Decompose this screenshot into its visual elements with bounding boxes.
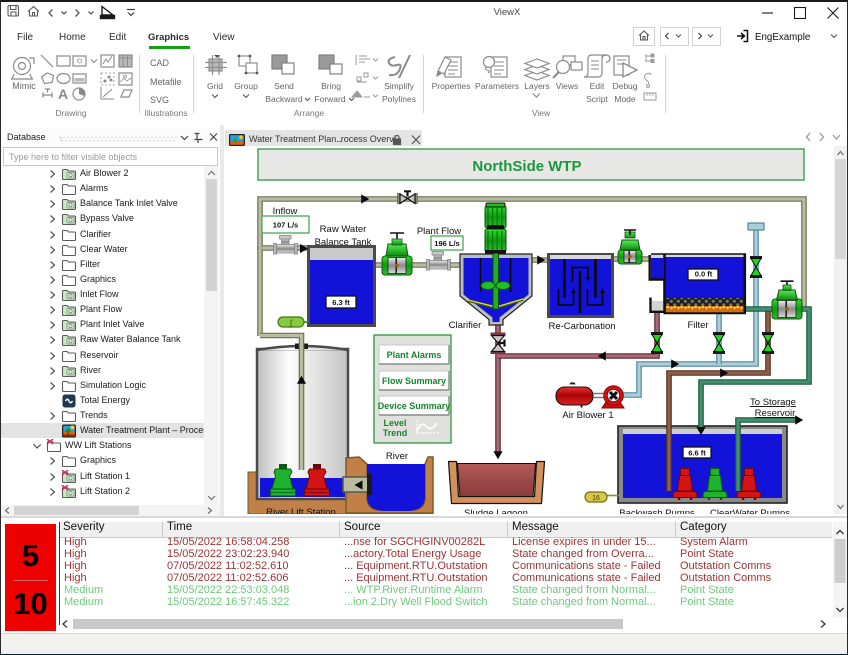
- svg-text:To Storage: To Storage: [750, 397, 796, 408]
- svg-text:Trend: Trend: [383, 428, 408, 438]
- svg-text:Grid: Grid: [207, 81, 223, 91]
- svg-text:Flow Summary: Flow Summary: [382, 376, 446, 386]
- svg-text:River: River: [386, 451, 408, 462]
- svg-text:Backward: Backward: [265, 94, 303, 104]
- svg-text:Metafile: Metafile: [150, 77, 182, 87]
- svg-text:Re-Carbonation: Re-Carbonation: [548, 321, 615, 332]
- svg-text:Simplify: Simplify: [384, 81, 415, 91]
- svg-text:SVG: SVG: [150, 95, 169, 105]
- svg-text:Send: Send: [274, 81, 294, 91]
- svg-text:Script: Script: [586, 94, 608, 104]
- svg-text:Filter: Filter: [687, 320, 708, 331]
- svg-text:Properties: Properties: [432, 81, 471, 91]
- svg-text:Forward: Forward: [314, 94, 345, 104]
- svg-text:ViewX: ViewX: [494, 7, 521, 18]
- svg-text:107 L/s: 107 L/s: [273, 221, 298, 230]
- svg-text:Raw Water: Raw Water: [320, 224, 367, 235]
- svg-text:Clarifier: Clarifier: [449, 320, 482, 331]
- svg-text:Drawing: Drawing: [55, 108, 86, 118]
- svg-text:Polylines: Polylines: [382, 94, 416, 104]
- svg-text:CAD: CAD: [150, 58, 170, 68]
- svg-text:Mode: Mode: [614, 94, 636, 104]
- svg-text:Parameters: Parameters: [475, 81, 519, 91]
- svg-text:View: View: [532, 108, 551, 118]
- svg-text:0.0 ft: 0.0 ft: [695, 270, 713, 279]
- svg-text:Views: Views: [556, 81, 579, 91]
- svg-text:Debug: Debug: [612, 81, 637, 91]
- svg-text:6.3 ft: 6.3 ft: [332, 298, 350, 307]
- svg-text:Bring: Bring: [321, 81, 341, 91]
- svg-text:Balance Tank: Balance Tank: [315, 237, 372, 248]
- svg-text:Level: Level: [383, 418, 406, 428]
- svg-text:A: A: [58, 86, 68, 102]
- svg-text:NorthSide WTP: NorthSide WTP: [472, 158, 581, 175]
- svg-text:Reservoir: Reservoir: [755, 408, 796, 419]
- svg-text:Mimic: Mimic: [12, 81, 36, 91]
- svg-text:Air Blower 1: Air Blower 1: [562, 410, 613, 421]
- svg-text:Plant Flow: Plant Flow: [417, 226, 461, 237]
- svg-text:Arrange: Arrange: [294, 108, 325, 118]
- svg-text:Group: Group: [234, 81, 258, 91]
- svg-text:Edit: Edit: [590, 81, 605, 91]
- svg-text:Illustrations: Illustrations: [145, 108, 188, 118]
- svg-text:196 L/s: 196 L/s: [434, 239, 459, 248]
- svg-text:River Lift Station: River Lift Station: [266, 507, 336, 514]
- svg-text:16: 16: [592, 495, 600, 502]
- svg-text:Sludge Lagoon: Sludge Lagoon: [464, 508, 528, 514]
- svg-text:Backwash Pumps: Backwash Pumps: [619, 508, 695, 514]
- svg-text:Plant Alarms: Plant Alarms: [387, 350, 442, 360]
- svg-text:ClearWater Pumps: ClearWater Pumps: [710, 508, 790, 514]
- svg-text:EngExample: EngExample: [755, 32, 810, 43]
- svg-text:Layers: Layers: [524, 81, 550, 91]
- svg-text:6.6 ft: 6.6 ft: [688, 449, 706, 458]
- svg-text:Device Summary: Device Summary: [378, 401, 451, 411]
- svg-text:Inflow: Inflow: [273, 206, 298, 217]
